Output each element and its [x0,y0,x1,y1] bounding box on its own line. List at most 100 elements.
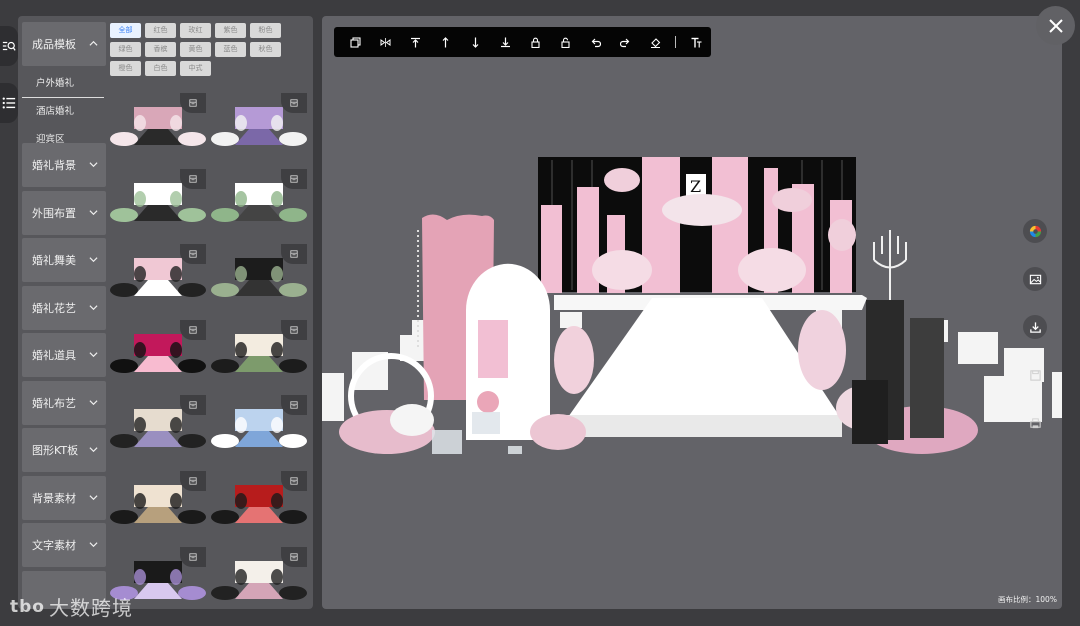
subcategory-hotel[interactable]: 酒店婚礼 [22,98,106,126]
template-thumbnail[interactable] [211,319,307,377]
template-thumbnail[interactable] [110,168,206,226]
subcategory-list: 户外婚礼 酒店婚礼 迎宾区 [22,70,106,145]
template-thumbnail[interactable] [110,395,206,452]
redo-icon [619,38,630,47]
redo-button[interactable] [610,27,640,57]
send-to-back-button[interactable] [491,27,521,57]
template-thumbnail[interactable] [211,168,307,226]
download-button[interactable] [1023,315,1047,339]
category-label: 婚礼舞美 [32,254,76,267]
template-thumbnail[interactable] [211,93,307,150]
category-label: 文字素材 [32,539,76,552]
watermark: tbo 大数跨境 [10,592,133,621]
move-down-button[interactable] [461,27,491,57]
send-to-back-icon [501,37,511,47]
bring-to-front-button[interactable] [401,27,431,57]
template-thumbnail[interactable] [110,93,206,150]
tag-rose[interactable]: 玫红 [180,23,211,38]
template-badge [281,93,307,113]
rail-list-button[interactable] [0,83,18,123]
tag-autumn[interactable]: 秋色 [250,42,281,57]
category-outer-layout[interactable]: 外围布置 [22,190,106,235]
color-tag-filter: 全部 红色 玫红 紫色 粉色 绿色 香槟 黄色 蓝色 秋色 橙色 白色 中式 [110,23,310,80]
candelabra [873,230,907,300]
copy-button[interactable] [341,27,371,57]
tag-green[interactable]: 绿色 [110,42,141,57]
watermark-text: 大数跨境 [48,596,133,620]
template-thumbnail[interactable] [211,395,307,452]
template-badge [281,546,307,567]
template-badge-icon [189,326,197,334]
chevron-down-icon [89,399,98,405]
tag-yellow[interactable]: 黄色 [180,42,211,57]
canvas-ratio: 画布比例：100% [998,594,1057,605]
close-icon [1048,18,1063,33]
clear-icon [650,37,660,48]
category-text-materials[interactable]: 文字素材 [22,523,106,567]
chevron-down-icon [89,257,98,263]
template-badge-icon [189,250,197,258]
category-background-materials[interactable]: 背景素材 [22,475,106,520]
undo-button[interactable] [580,27,610,57]
category-label: 婚礼布艺 [32,396,76,410]
template-thumbnail[interactable] [110,471,206,528]
category-wedding-background[interactable]: 婚礼背景 [22,143,106,187]
flip-horizontal-button[interactable] [371,27,401,57]
template-badge [180,471,206,491]
rail-search-button[interactable] [0,26,18,66]
mirror-panels [852,300,944,444]
template-thumbnail[interactable] [211,546,307,604]
category-finished-templates[interactable]: 成品模板 [22,22,106,66]
color-palette-icon [1029,225,1041,237]
lock-button[interactable] [521,27,551,57]
template-badge-icon [290,401,298,409]
template-thumbnail[interactable] [211,471,307,528]
tag-pink[interactable]: 粉色 [250,23,281,38]
tag-red[interactable]: 红色 [145,23,176,38]
toolbar-separator [675,36,677,48]
template-thumbnail[interactable] [110,244,206,301]
tag-orange[interactable]: 橙色 [110,61,141,76]
chevron-up-icon [89,40,98,46]
template-thumbnail[interactable] [211,244,307,301]
category-kt-board[interactable]: 图形KT板 [22,428,106,472]
tag-champagne[interactable]: 香槟 [145,42,176,57]
text-button[interactable] [681,27,711,57]
download-icon [1029,321,1041,333]
search-list-icon [2,41,16,51]
copy-icon [350,36,362,48]
image-button[interactable] [1023,267,1047,291]
print-button[interactable] [1023,411,1047,435]
template-badge-icon [290,326,298,334]
wedding-stage-illustration[interactable]: Z [322,150,1062,470]
tag-purple[interactable]: 紫色 [215,23,246,38]
tag-white[interactable]: 白色 [145,61,176,76]
subcategory-outdoor[interactable]: 户外婚礼 [22,70,104,98]
arch-card-pink [478,320,508,378]
category-list: 成品模板 户外婚礼 酒店婚礼 迎宾区 婚礼背景 外围布置 婚礼舞美 婚礼花艺 婚… [22,22,106,609]
template-thumbnail[interactable] [110,319,206,377]
template-badge-icon [290,552,298,561]
tag-blue[interactable]: 蓝色 [215,42,246,57]
template-badge-icon [189,174,197,183]
chevron-down-icon [89,304,98,310]
clear-button[interactable] [640,27,670,57]
unlock-button[interactable] [550,27,580,57]
category-label: 婚礼背景 [32,159,76,172]
move-up-button[interactable] [431,27,461,57]
canvas-ratio-value: 100% [1035,595,1057,604]
bring-to-front-icon [411,37,421,47]
category-label: 成品模板 [32,38,76,51]
category-props[interactable]: 婚礼道具 [22,333,106,377]
template-badge [180,546,206,567]
save-button[interactable] [1023,363,1047,387]
category-fabric[interactable]: 婚礼布艺 [22,380,106,425]
tag-all[interactable]: 全部 [110,23,141,38]
category-stage-design[interactable]: 婚礼舞美 [22,238,106,282]
tag-chinese[interactable]: 中式 [180,61,211,76]
close-button[interactable] [1036,6,1075,45]
move-up-icon [442,36,449,47]
template-badge [180,244,206,265]
color-palette-button[interactable] [1023,219,1047,243]
category-floral[interactable]: 婚礼花艺 [22,285,106,330]
